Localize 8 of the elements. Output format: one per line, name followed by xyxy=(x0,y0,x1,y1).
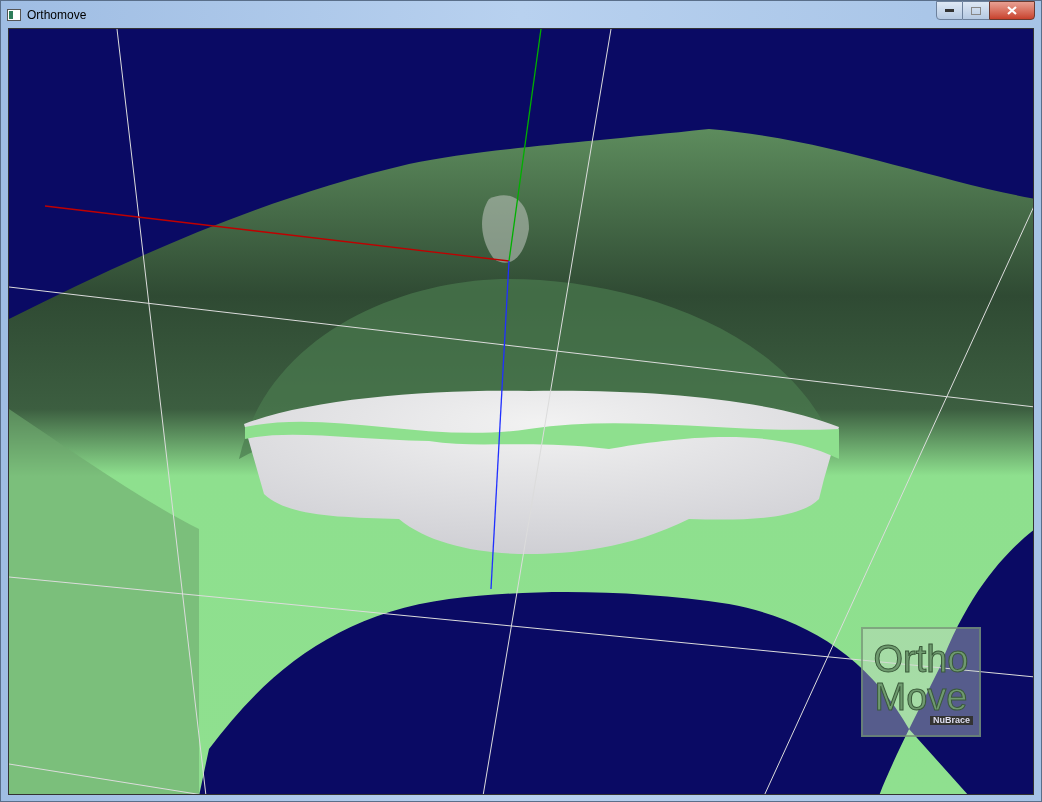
close-button[interactable] xyxy=(989,1,1035,20)
app-icon xyxy=(7,7,21,22)
close-icon xyxy=(1007,6,1017,15)
maximize-icon xyxy=(971,6,981,15)
minimize-icon xyxy=(945,9,954,12)
window-title: Orthomove xyxy=(27,6,87,24)
brand-text: NuBrace xyxy=(930,715,973,725)
minimize-button[interactable] xyxy=(936,1,963,20)
